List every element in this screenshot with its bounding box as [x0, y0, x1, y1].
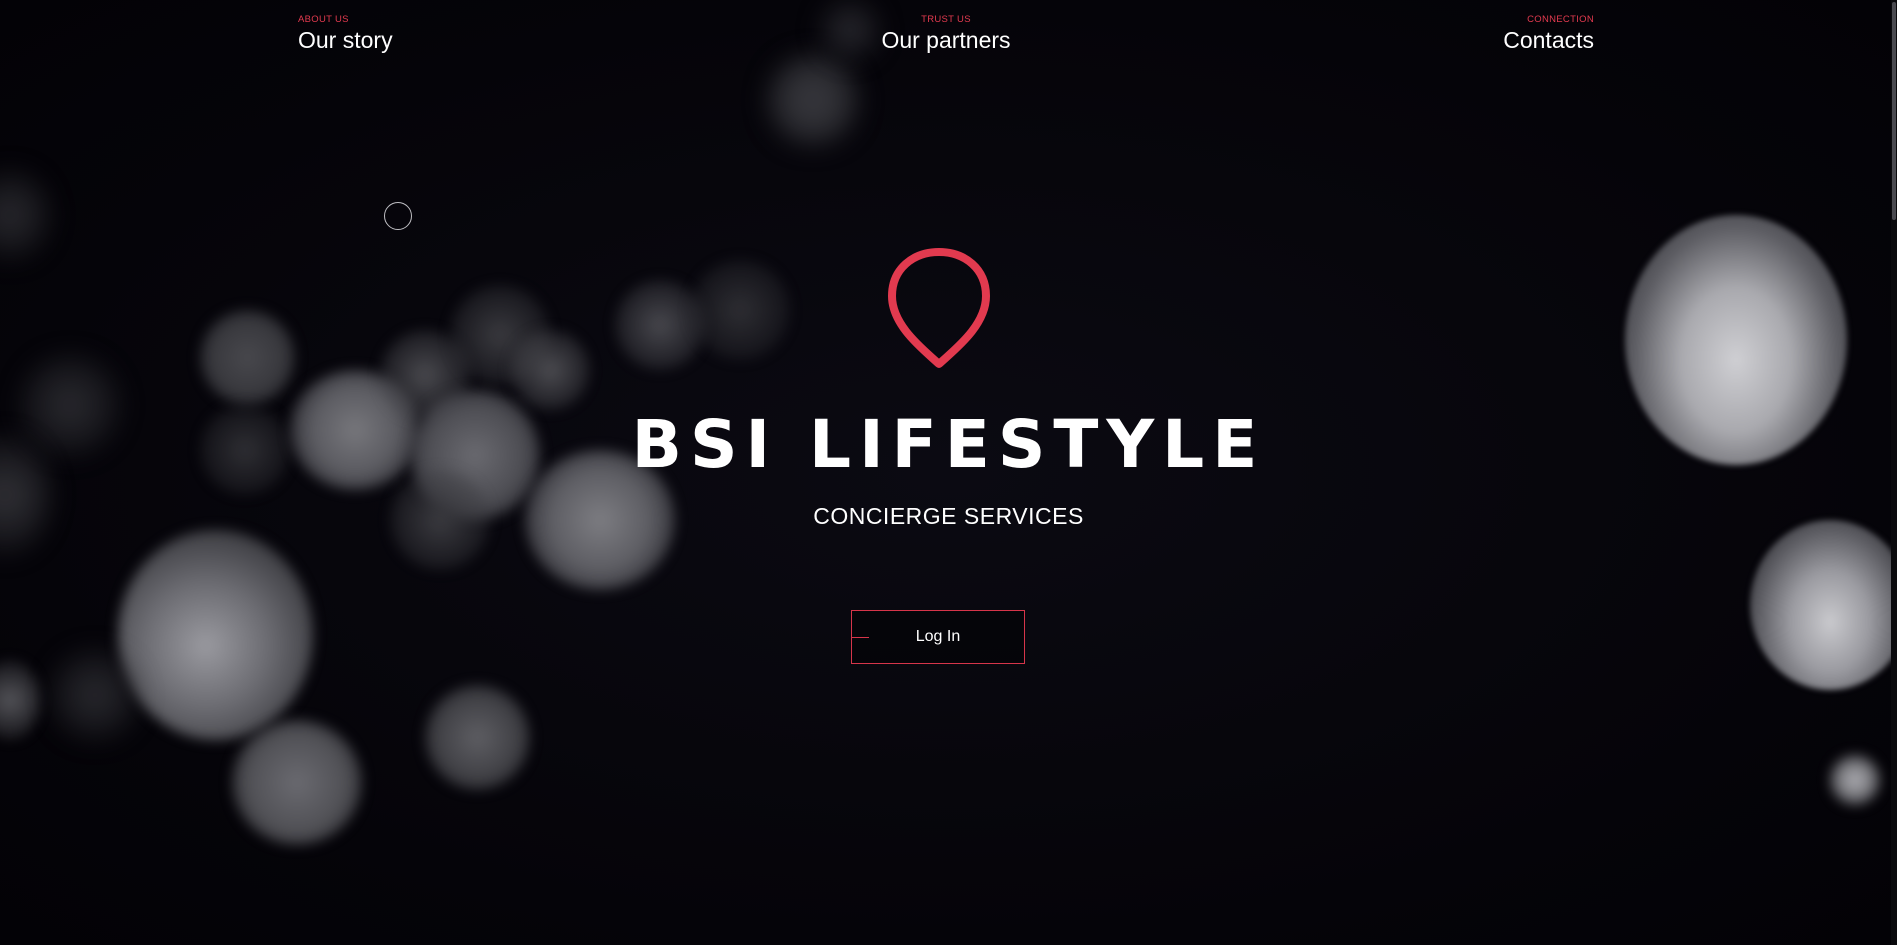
landing-page: ABOUT US Our story TRUST US Our partners… — [0, 0, 1897, 945]
brand-subtitle: CONCIERGE SERVICES — [813, 503, 1084, 529]
scrollbar-thumb[interactable] — [1892, 2, 1896, 220]
location-pin-icon — [888, 248, 990, 368]
login-button-label: Log In — [915, 628, 961, 645]
button-dash-decoration — [852, 637, 869, 638]
brand-title: BSI LIFESTYLE — [631, 406, 1266, 483]
hero-section: BSI LIFESTYLE CONCIERGE SERVICES Log In — [0, 0, 1897, 945]
login-button[interactable]: Log In — [851, 610, 1025, 664]
scrollbar[interactable] — [1891, 0, 1897, 945]
